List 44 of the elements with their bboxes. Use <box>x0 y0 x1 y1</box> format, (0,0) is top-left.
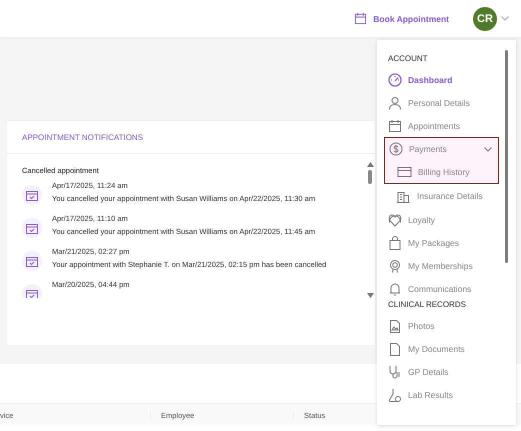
heart-icon <box>388 212 402 226</box>
calendar-check-icon <box>22 284 42 298</box>
dollar-icon <box>389 142 403 156</box>
stethoscope-icon <box>388 364 402 378</box>
menu-item[interactable]: Personal Details <box>384 91 505 114</box>
dashboard-gauge-icon <box>388 72 402 86</box>
person-icon <box>388 96 402 110</box>
calendar-icon <box>354 12 368 25</box>
section-heading: ACCOUNT <box>388 54 429 65</box>
document-icon <box>388 342 402 356</box>
calendar-icon <box>388 118 402 132</box>
menu-item[interactable]: Appointments <box>384 114 505 137</box>
menu-item[interactable]: My Memberships <box>384 254 505 277</box>
medal-icon <box>388 258 402 272</box>
scroll-up-arrow-icon[interactable] <box>366 162 374 167</box>
book-appointment-button[interactable]: Book Appointment <box>350 10 453 27</box>
building-icon <box>396 189 411 203</box>
image-file-icon <box>388 318 402 332</box>
bag-icon <box>388 236 402 250</box>
calendar-check-icon <box>22 218 42 238</box>
calendar-check-icon <box>22 185 42 205</box>
menu-item[interactable]: My Documents <box>384 337 505 360</box>
submenu-item[interactable]: Insurance Details <box>384 184 505 208</box>
section-heading: CLINICAL RECORDS <box>388 300 467 311</box>
menu-item[interactable]: Loyalty <box>384 208 505 231</box>
flask-icon <box>388 388 402 402</box>
chevron-down-icon[interactable] <box>501 16 509 21</box>
calendar-check-icon <box>22 251 42 271</box>
menu-item[interactable]: Lab Results <box>384 383 505 406</box>
bell-icon <box>388 282 402 296</box>
scrollbar[interactable] <box>366 162 374 298</box>
menu-item[interactable]: Photos <box>384 314 505 337</box>
scrollbar[interactable] <box>505 50 508 263</box>
menu-item[interactable]: Payments <box>384 137 499 160</box>
menu-item[interactable]: Dashboard <box>384 68 505 91</box>
submenu-item[interactable]: Billing History <box>384 160 499 184</box>
avatar[interactable]: CR <box>473 6 497 30</box>
menu-item[interactable]: GP Details <box>384 360 505 383</box>
chevron-down-icon <box>484 146 492 152</box>
scroll-down-arrow-icon[interactable] <box>366 293 374 298</box>
menu-item[interactable]: Communications <box>384 277 505 300</box>
card-title: APPOINTMENT NOTIFICATIONS <box>7 121 375 154</box>
menu-item[interactable]: My Packages <box>384 231 505 254</box>
card-icon <box>397 164 412 178</box>
